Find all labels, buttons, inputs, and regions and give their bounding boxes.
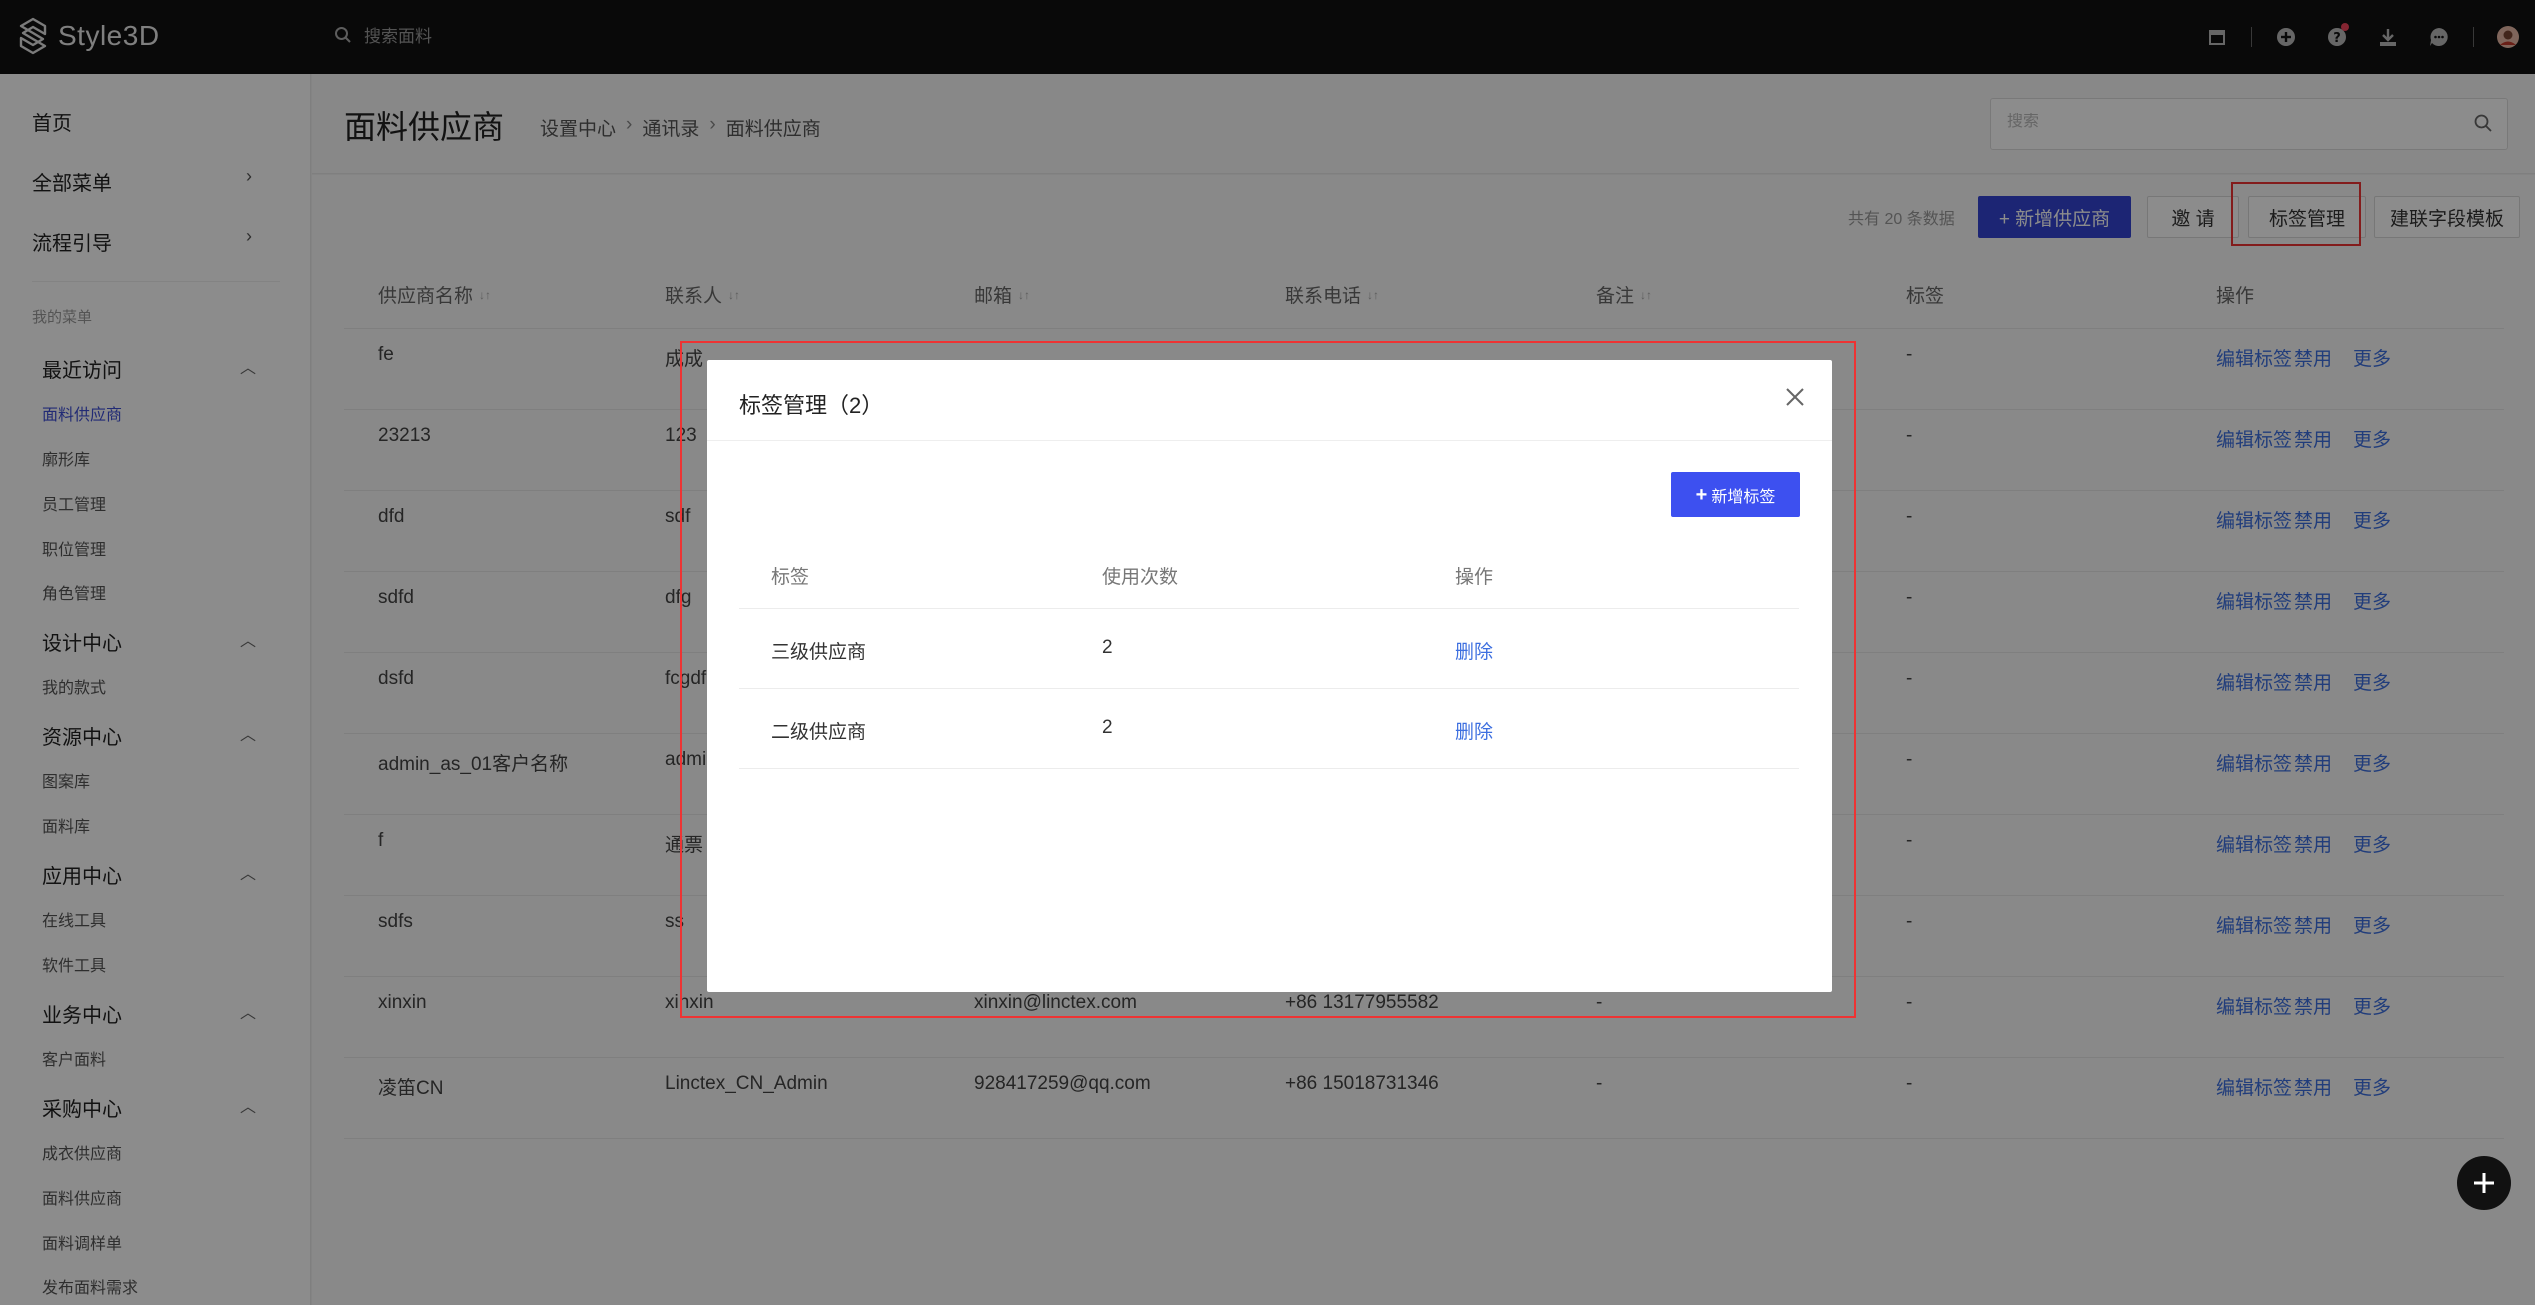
dialog-title: 标签管理（2） — [739, 393, 884, 418]
delete-tag-link[interactable]: 删除 — [1455, 717, 1493, 744]
dialog-col-tag: 标签 — [771, 567, 810, 588]
dialog-header-divider — [707, 440, 1832, 441]
add-tag-button[interactable]: + 新增标签 — [1671, 472, 1800, 517]
dialog-col-count: 使用次数 — [1102, 567, 1179, 588]
tag-usage-count: 2 — [1102, 717, 1113, 738]
tag-name: 三级供应商 — [771, 642, 867, 663]
add-tag-label: 新增标签 — [1711, 488, 1776, 506]
floating-add-button[interactable] — [2457, 1156, 2511, 1210]
dialog-row-line — [739, 768, 1799, 769]
dialog-header-line — [739, 608, 1799, 609]
close-icon[interactable] — [1782, 384, 1808, 410]
tag-manage-dialog: 标签管理（2） + 新增标签 标签 使用次数 操作 三级供应商 2 删除 二级供… — [707, 360, 1832, 992]
dialog-col-actions: 操作 — [1455, 567, 1494, 588]
delete-tag-link[interactable]: 删除 — [1455, 637, 1493, 664]
plus-icon: + — [1695, 483, 1708, 506]
tag-name: 二级供应商 — [771, 722, 867, 743]
dialog-row-line — [739, 688, 1799, 689]
plus-icon — [2474, 1173, 2494, 1193]
tag-usage-count: 2 — [1102, 637, 1113, 658]
